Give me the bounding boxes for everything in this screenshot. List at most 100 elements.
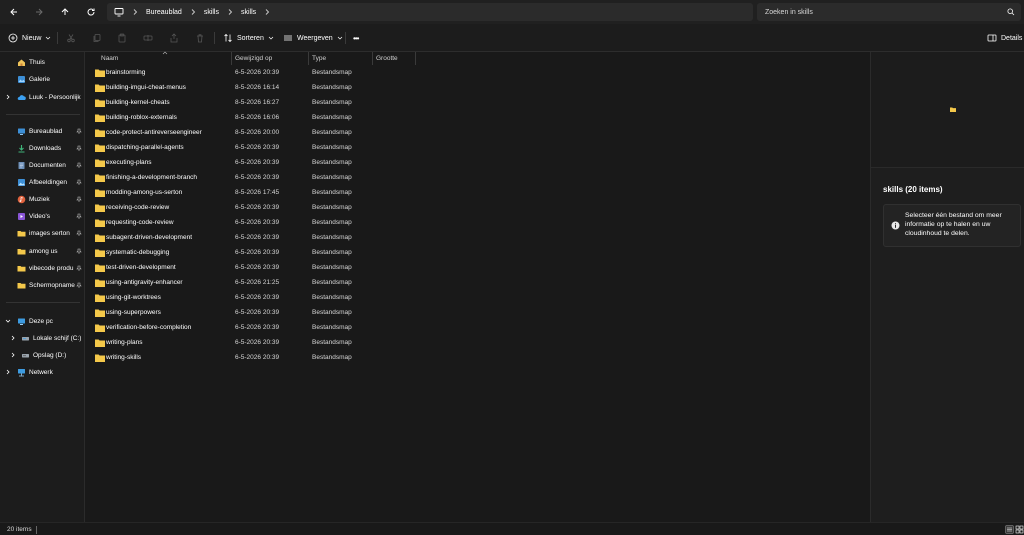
- sidebar-item-label: among us: [29, 247, 58, 255]
- tiles-view-icon[interactable]: [1015, 525, 1024, 534]
- details-pane: skills (20 items) Selecteer één bestand …: [870, 52, 1024, 522]
- chevron-right-icon[interactable]: [5, 369, 11, 375]
- arrow-left-icon: [10, 8, 17, 16]
- file-modified: 8-5-2026 16:14: [235, 84, 280, 91]
- sidebar-item-onedrive[interactable]: Luuk - Persoonlijk: [0, 90, 84, 104]
- column-divider[interactable]: [308, 52, 309, 65]
- rename-icon[interactable]: [143, 33, 153, 43]
- file-row[interactable]: test-driven-development 6-5-2026 20:39 Bes…: [86, 261, 416, 276]
- sidebar-item-documents[interactable]: Documenten: [0, 158, 84, 172]
- file-row[interactable]: using-antigravity-enhancer 6-5-2026 21:25…: [86, 276, 416, 291]
- file-row[interactable]: writing-plans 6-5-2026 20:39 Bestandsmap: [86, 336, 416, 351]
- chevron-right-icon[interactable]: [10, 335, 16, 341]
- breadcrumb-desktop[interactable]: Bureaublad: [146, 9, 182, 16]
- address-bar[interactable]: Bureaublad skills skills: [107, 3, 753, 21]
- file-row[interactable]: building-roblox-externals 8-5-2026 16:06 B…: [86, 111, 416, 126]
- up-button[interactable]: [57, 4, 73, 20]
- forward-button[interactable]: [31, 4, 47, 20]
- sidebar-item-vibecode[interactable]: vibecode produ: [0, 261, 84, 275]
- title-bar: Bureaublad skills skills Zoeken in skill…: [0, 0, 1024, 24]
- sidebar-item-label: Deze pc: [29, 317, 53, 325]
- file-row[interactable]: modding-among-us-serton 8-5-2026 17:45 Bes…: [86, 186, 416, 201]
- chevron-right-icon[interactable]: [10, 352, 16, 358]
- file-name: using-git-worktrees: [106, 294, 161, 301]
- details-button[interactable]: Details: [987, 32, 1022, 44]
- sidebar-item-this-pc[interactable]: Deze pc: [0, 314, 84, 328]
- file-row[interactable]: using-superpowers 6-5-2026 20:39 Bestandsm…: [86, 306, 416, 321]
- folder-icon: [95, 294, 105, 302]
- file-row[interactable]: dispatching-parallel-agents 6-5-2026 20:3…: [86, 141, 416, 156]
- breadcrumb-skills-parent[interactable]: skills: [204, 9, 219, 16]
- new-button[interactable]: Nieuw: [8, 32, 51, 44]
- sidebar-item-desktop[interactable]: Bureaublad: [0, 124, 84, 138]
- column-divider[interactable]: [415, 52, 416, 65]
- sidebar-item-schermopname[interactable]: Schermopname: [0, 278, 84, 292]
- chevron-right-icon[interactable]: [5, 94, 11, 100]
- paste-icon[interactable]: [117, 33, 127, 43]
- sidebar-item-images-serton[interactable]: images serton: [0, 226, 84, 240]
- file-row[interactable]: verification-before-completion 6-5-2026 2…: [86, 321, 416, 336]
- file-row[interactable]: receiving-code-review 6-5-2026 20:39 Besta…: [86, 201, 416, 216]
- column-divider[interactable]: [372, 52, 373, 65]
- file-name: verification-before-completion: [106, 324, 192, 331]
- sidebar-item-network[interactable]: Netwerk: [0, 365, 84, 379]
- column-header-modified[interactable]: Gewijzigd op: [235, 52, 307, 65]
- refresh-icon: [87, 8, 95, 16]
- file-name: using-antigravity-enhancer: [106, 279, 183, 286]
- file-type: Bestandsmap: [312, 99, 352, 106]
- sidebar-item-videos[interactable]: Video's: [0, 209, 84, 223]
- sidebar-item-drive-d[interactable]: Opslag (D:): [0, 348, 84, 362]
- folder-icon: [17, 265, 26, 271]
- folder-icon: [95, 84, 105, 92]
- folder-icon: [95, 264, 105, 272]
- cut-icon[interactable]: [66, 33, 76, 43]
- sidebar-item-gallery[interactable]: Galerie: [0, 72, 84, 86]
- sidebar-item-label: Thuis: [29, 58, 45, 66]
- file-row[interactable]: building-kernel-cheats 8-5-2026 16:27 Best…: [86, 96, 416, 111]
- folder-icon: [95, 249, 105, 257]
- divider: [214, 32, 215, 44]
- column-header-name[interactable]: Naam: [101, 52, 229, 65]
- file-row[interactable]: building-imgui-cheat-menus 8-5-2026 16:14…: [86, 81, 416, 96]
- refresh-button[interactable]: [83, 4, 99, 20]
- sort-button[interactable]: Sorteren: [223, 32, 274, 44]
- column-header-size[interactable]: Grootte: [376, 52, 414, 65]
- file-type: Bestandsmap: [312, 249, 352, 256]
- file-row[interactable]: finishing-a-development-branch 6-5-2026 2…: [86, 171, 416, 186]
- file-row[interactable]: writing-skills 6-5-2026 20:39 Bestandsmap: [86, 351, 416, 366]
- file-row[interactable]: using-git-worktrees 6-5-2026 20:39 Bestand…: [86, 291, 416, 306]
- chevron-down-icon[interactable]: [5, 318, 11, 324]
- copy-icon[interactable]: [92, 33, 102, 43]
- file-row[interactable]: executing-plans 6-5-2026 20:39 Bestandsmap: [86, 156, 416, 171]
- chevron-right-icon[interactable]: [263, 8, 271, 16]
- sidebar-item-among-us[interactable]: among us: [0, 244, 84, 258]
- more-options-button[interactable]: •••: [353, 32, 359, 44]
- details-view-icon[interactable]: [1005, 525, 1014, 534]
- file-row[interactable]: requesting-code-review 6-5-2026 20:39 Best…: [86, 216, 416, 231]
- search-box[interactable]: Zoeken in skills: [757, 3, 1021, 21]
- folder-icon: [95, 159, 105, 167]
- sidebar-item-label: Schermopname: [29, 281, 75, 289]
- sidebar-item-drive-c[interactable]: Lokale schijf (C:): [0, 331, 84, 345]
- sidebar-item-pictures[interactable]: Afbeeldingen: [0, 175, 84, 189]
- file-type: Bestandsmap: [312, 219, 352, 226]
- column-divider[interactable]: [231, 52, 232, 65]
- share-icon[interactable]: [169, 33, 179, 43]
- file-name: finishing-a-development-branch: [106, 174, 198, 181]
- pin-icon: [76, 145, 82, 151]
- file-row[interactable]: brainstorming 6-5-2026 20:39 Bestandsmap: [86, 66, 416, 81]
- file-row[interactable]: subagent-driven-development 6-5-2026 20:3…: [86, 231, 416, 246]
- file-row[interactable]: code-protect-antireverseengineer 8-5-2026…: [86, 126, 416, 141]
- sidebar-item-home[interactable]: Thuis: [0, 55, 84, 69]
- back-button[interactable]: [6, 4, 22, 20]
- column-header-type[interactable]: Type: [312, 52, 372, 65]
- delete-icon[interactable]: [195, 33, 205, 43]
- breadcrumb-skills-current[interactable]: skills: [241, 9, 256, 16]
- sidebar-item-music[interactable]: Muziek: [0, 192, 84, 206]
- view-button[interactable]: Weergeven: [283, 32, 343, 44]
- search-input[interactable]: Zoeken in skills: [765, 9, 813, 16]
- folder-icon: [95, 189, 105, 197]
- file-row[interactable]: systematic-debugging 6-5-2026 20:39 Bestan…: [86, 246, 416, 261]
- file-name: building-kernel-cheats: [106, 99, 170, 106]
- sidebar-item-downloads[interactable]: Downloads: [0, 141, 84, 155]
